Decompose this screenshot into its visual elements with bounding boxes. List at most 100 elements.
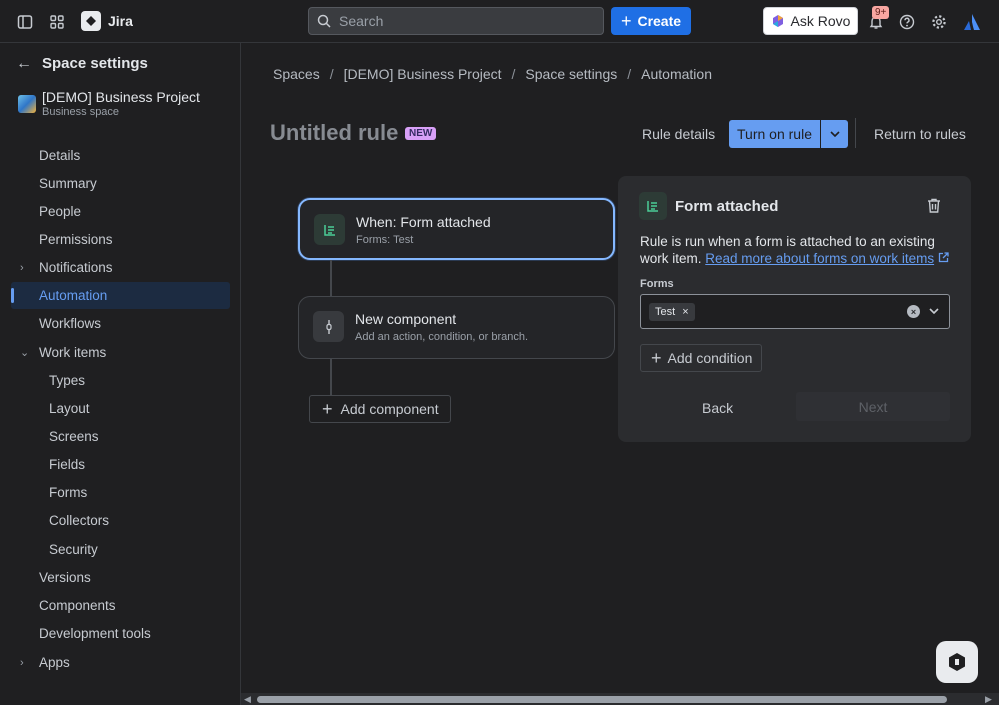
return-to-rules-button[interactable]: Return to rules <box>874 126 966 142</box>
sidebar-item-fields[interactable]: Fields <box>11 451 230 478</box>
app-switcher-icon[interactable] <box>46 11 68 33</box>
sidebar-item-label: Workflows <box>39 316 102 331</box>
remove-tag-icon[interactable]: × <box>682 306 688 318</box>
sidebar-title: Space settings <box>42 55 148 72</box>
sidebar-item-label: Automation <box>39 288 108 303</box>
project-avatar <box>18 95 36 113</box>
breadcrumb-spaces[interactable]: Spaces <box>273 66 320 82</box>
sidebar-item-work-items[interactable]: ⌄ Work items <box>11 339 230 366</box>
sidebar-item-label: Layout <box>49 401 90 416</box>
form-icon <box>639 192 667 220</box>
breadcrumb-project[interactable]: [DEMO] Business Project <box>344 66 502 82</box>
settings-gear-icon[interactable] <box>928 11 950 33</box>
chevron-right-icon[interactable]: › <box>20 657 24 669</box>
sidebar-item-permissions[interactable]: Permissions <box>11 226 230 253</box>
breadcrumb-space-settings[interactable]: Space settings <box>525 66 617 82</box>
turn-on-dropdown-chevron-icon[interactable] <box>821 120 848 148</box>
sidebar-item-automation[interactable]: Automation <box>11 282 230 309</box>
jira-logo-icon[interactable] <box>81 11 101 31</box>
sidebar-item-label: Screens <box>49 429 99 444</box>
scrollbar-thumb[interactable] <box>257 696 947 703</box>
sidebar-item-details[interactable]: Details <box>11 142 230 169</box>
sidebar-item-apps[interactable]: › Apps <box>11 649 230 676</box>
sidebar-item-forms[interactable]: Forms <box>11 479 230 506</box>
sidebar-item-layout[interactable]: Layout <box>11 395 230 422</box>
chevron-down-icon[interactable] <box>929 303 939 317</box>
search-input[interactable]: Search <box>308 7 604 35</box>
trash-icon[interactable] <box>927 198 941 216</box>
settings-sidebar: ← Space settings [DEMO] Business Project… <box>0 43 241 705</box>
back-arrow-icon[interactable]: ← <box>16 55 32 73</box>
forms-select[interactable]: Test × × <box>640 294 950 329</box>
add-condition-label: Add condition <box>667 350 753 366</box>
tag-label: Test <box>655 306 676 318</box>
sidebar-item-label: Notifications <box>39 260 113 275</box>
atlassian-logo-icon[interactable] <box>961 11 983 33</box>
sidebar-item-label: Security <box>49 542 98 557</box>
app-name[interactable]: Jira <box>108 13 133 29</box>
horizontal-scrollbar[interactable]: ◀ ▶ <box>241 693 999 705</box>
sidebar-item-label: Apps <box>39 655 70 670</box>
sidebar-item-label: Permissions <box>39 232 113 247</box>
breadcrumb-automation[interactable]: Automation <box>641 66 712 82</box>
new-component-card[interactable]: New component Add an action, condition, … <box>298 296 615 359</box>
connector-line <box>330 260 332 296</box>
selected-form-tag: Test × <box>649 303 695 321</box>
sidebar-item-security[interactable]: Security <box>11 536 230 563</box>
sidebar-item-components[interactable]: Components <box>11 592 230 619</box>
sidebar-item-people[interactable]: People <box>11 198 230 225</box>
turn-on-rule-button[interactable]: Turn on rule <box>729 120 820 148</box>
ask-rovo-button[interactable]: Ask Rovo <box>763 7 858 35</box>
sidebar-item-summary[interactable]: Summary <box>11 170 230 197</box>
external-link-icon[interactable] <box>934 251 949 266</box>
sidebar-toggle-icon[interactable] <box>14 11 36 33</box>
sidebar-item-label: Collectors <box>49 513 110 528</box>
ask-rovo-label: Ask Rovo <box>790 13 851 29</box>
add-component-button[interactable]: + Add component <box>309 395 451 423</box>
sidebar-item-development-tools[interactable]: Development tools <box>11 620 230 647</box>
new-component-title: New component <box>355 311 457 327</box>
sidebar-item-workflows[interactable]: Workflows <box>11 310 230 337</box>
rule-details-button[interactable]: Rule details <box>642 126 715 142</box>
component-config-panel: Form attached Rule is run when a form is… <box>618 176 971 442</box>
add-condition-button[interactable]: + Add condition <box>640 344 762 372</box>
trigger-card[interactable]: When: Form attached Forms: Test <box>298 198 615 260</box>
create-label: Create <box>637 13 682 29</box>
sidebar-item-label: People <box>39 204 82 219</box>
chevron-down-icon[interactable]: ⌄ <box>20 346 29 359</box>
new-component-subtitle: Add an action, condition, or branch. <box>355 331 529 343</box>
rovo-hexagon-icon <box>949 653 965 671</box>
back-button[interactable]: Back <box>702 400 733 416</box>
sidebar-item-label: Forms <box>49 485 88 500</box>
sidebar-item-versions[interactable]: Versions <box>11 564 230 591</box>
sidebar-item-label: Versions <box>39 570 91 585</box>
create-button[interactable]: + Create <box>611 7 691 35</box>
next-button[interactable]: Next <box>796 392 950 421</box>
breadcrumb: Spaces / [DEMO] Business Project / Space… <box>273 66 712 82</box>
sidebar-item-types[interactable]: Types <box>11 367 230 394</box>
sidebar-item-screens[interactable]: Screens <box>11 423 230 450</box>
breadcrumb-separator: / <box>329 66 334 82</box>
chevron-right-icon[interactable]: › <box>20 262 24 274</box>
header-divider <box>855 118 856 148</box>
scroll-right-arrow-icon[interactable]: ▶ <box>985 694 992 705</box>
search-icon <box>317 14 331 28</box>
panel-description: Rule is run when a form is attached to a… <box>640 233 950 267</box>
floating-help-button[interactable] <box>936 641 978 683</box>
project-name: [DEMO] Business Project <box>42 89 200 105</box>
trigger-title: When: Form attached <box>356 214 491 230</box>
clear-selection-icon[interactable]: × <box>907 305 920 318</box>
plus-icon: + <box>322 398 333 419</box>
sidebar-item-label: Details <box>39 148 81 163</box>
top-navigation: Jira Search + Create Ask Rovo 9+ <box>0 0 999 43</box>
sidebar-item-label: Work items <box>39 345 107 360</box>
rule-title[interactable]: Untitled rule <box>270 120 398 146</box>
sidebar-item-label: Components <box>39 598 116 613</box>
read-more-link[interactable]: Read more about forms on work items <box>705 251 934 266</box>
connector-line <box>330 359 332 395</box>
scroll-left-arrow-icon[interactable]: ◀ <box>244 694 251 705</box>
sidebar-item-notifications[interactable]: › Notifications <box>11 254 230 281</box>
sidebar-item-collectors[interactable]: Collectors <box>11 507 230 534</box>
breadcrumb-separator: / <box>511 66 516 82</box>
help-icon[interactable] <box>896 11 918 33</box>
